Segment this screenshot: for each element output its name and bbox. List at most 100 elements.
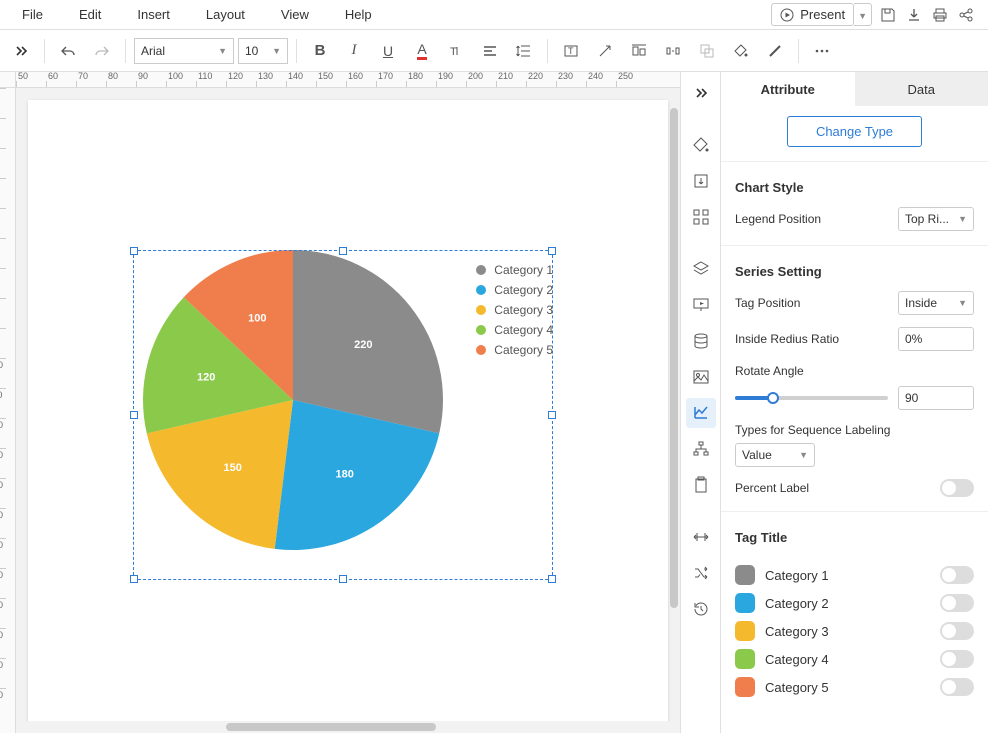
inside-radius-label: Inside Redius Ratio [735, 332, 839, 346]
tag-position-value: Inside [905, 296, 937, 310]
stroke-button[interactable] [760, 36, 790, 66]
ruler-vertical: 1020304050607080901001101201301401501601… [0, 88, 16, 733]
font-select[interactable]: Arial▼ [134, 38, 234, 64]
align-objects-button[interactable] [624, 36, 654, 66]
apps-icon[interactable] [686, 202, 716, 232]
font-size-select[interactable]: 10▼ [238, 38, 288, 64]
download-icon[interactable] [904, 5, 924, 25]
tag-position-label: Tag Position [735, 296, 800, 310]
font-color-button[interactable]: A [407, 36, 437, 66]
tag-swatch-icon[interactable] [735, 677, 755, 697]
tag-toggle[interactable] [940, 650, 974, 668]
tag-toggle[interactable] [940, 566, 974, 584]
undo-button[interactable] [53, 36, 83, 66]
selection-box[interactable] [133, 250, 553, 580]
history-icon[interactable] [686, 594, 716, 624]
measure-icon[interactable] [686, 522, 716, 552]
resize-handle[interactable] [339, 247, 347, 255]
svg-text:T: T [568, 46, 574, 56]
tag-title-item: Category 2 [735, 593, 974, 613]
italic-button[interactable]: I [339, 36, 369, 66]
section-tag-title: Tag Title [735, 526, 974, 545]
present-label: Present [800, 7, 845, 22]
change-type-button[interactable]: Change Type [787, 116, 922, 147]
vertical-scrollbar[interactable] [668, 88, 680, 721]
shuffle-icon[interactable] [686, 558, 716, 588]
resize-handle[interactable] [339, 575, 347, 583]
tab-attribute-label: Attribute [761, 82, 815, 97]
tree-icon[interactable] [686, 434, 716, 464]
inside-radius-value: 0% [905, 332, 922, 346]
section-chart-style: Chart Style [735, 176, 974, 195]
tag-swatch-icon[interactable] [735, 593, 755, 613]
group-button[interactable] [692, 36, 722, 66]
fill-button[interactable] [726, 36, 756, 66]
font-size-value: 10 [245, 44, 258, 58]
menu-view[interactable]: View [263, 1, 327, 28]
change-type-label: Change Type [816, 124, 893, 139]
share-icon[interactable] [956, 5, 976, 25]
text-case-button[interactable]: T [441, 36, 471, 66]
legend-position-select[interactable]: Top Ri...▼ [898, 207, 974, 231]
image-icon[interactable] [686, 362, 716, 392]
resize-handle[interactable] [130, 247, 138, 255]
resize-handle[interactable] [548, 575, 556, 583]
resize-handle[interactable] [130, 411, 138, 419]
menu-help[interactable]: Help [327, 1, 390, 28]
rotate-angle-value: 90 [905, 391, 918, 405]
connector-button[interactable] [590, 36, 620, 66]
types-seq-value: Value [742, 448, 772, 462]
align-button[interactable] [475, 36, 505, 66]
layers-icon[interactable] [686, 254, 716, 284]
resize-handle[interactable] [130, 575, 138, 583]
underline-button[interactable]: U [373, 36, 403, 66]
presentation-icon[interactable] [686, 290, 716, 320]
inside-radius-input[interactable]: 0% [898, 327, 974, 351]
section-series-setting: Series Setting [735, 260, 974, 279]
rotate-angle-slider[interactable] [735, 396, 888, 400]
svg-text:T: T [450, 46, 457, 58]
tag-name: Category 3 [765, 624, 829, 639]
chart-icon[interactable] [686, 398, 716, 428]
horizontal-scrollbar[interactable] [16, 721, 680, 733]
present-dropdown[interactable]: ▼ [854, 3, 872, 26]
tag-title-item: Category 1 [735, 565, 974, 585]
menu-edit[interactable]: Edit [61, 1, 119, 28]
types-seq-select[interactable]: Value▼ [735, 443, 815, 467]
tag-swatch-icon[interactable] [735, 649, 755, 669]
resize-handle[interactable] [548, 411, 556, 419]
clipboard-icon[interactable] [686, 470, 716, 500]
tag-swatch-icon[interactable] [735, 565, 755, 585]
print-icon[interactable] [930, 5, 950, 25]
bold-button[interactable]: B [305, 36, 335, 66]
tag-position-select[interactable]: Inside▼ [898, 291, 974, 315]
tag-title-item: Category 4 [735, 649, 974, 669]
collapse-left-icon[interactable] [6, 36, 36, 66]
menu-layout[interactable]: Layout [188, 1, 263, 28]
ruler-corner [0, 72, 16, 88]
percent-label-toggle[interactable] [940, 479, 974, 497]
line-spacing-button[interactable] [509, 36, 539, 66]
tag-toggle[interactable] [940, 678, 974, 696]
more-button[interactable] [807, 36, 837, 66]
tag-name: Category 4 [765, 652, 829, 667]
rotate-angle-input[interactable]: 90 [898, 386, 974, 410]
menu-insert[interactable]: Insert [119, 1, 188, 28]
tab-data[interactable]: Data [855, 72, 988, 106]
collapse-panel-icon[interactable] [686, 78, 716, 108]
save-icon[interactable] [878, 5, 898, 25]
database-icon[interactable] [686, 326, 716, 356]
tag-swatch-icon[interactable] [735, 621, 755, 641]
present-button[interactable]: Present [771, 3, 854, 26]
menu-file[interactable]: File [4, 1, 61, 28]
export-tool-icon[interactable] [686, 166, 716, 196]
page[interactable]: 220180150120100 Category 1Category 2Cate… [28, 100, 668, 733]
distribute-button[interactable] [658, 36, 688, 66]
tag-toggle[interactable] [940, 622, 974, 640]
resize-handle[interactable] [548, 247, 556, 255]
fill-tool-icon[interactable] [686, 130, 716, 160]
tag-toggle[interactable] [940, 594, 974, 612]
tab-attribute[interactable]: Attribute [721, 72, 855, 106]
redo-button[interactable] [87, 36, 117, 66]
textbox-button[interactable]: T [556, 36, 586, 66]
